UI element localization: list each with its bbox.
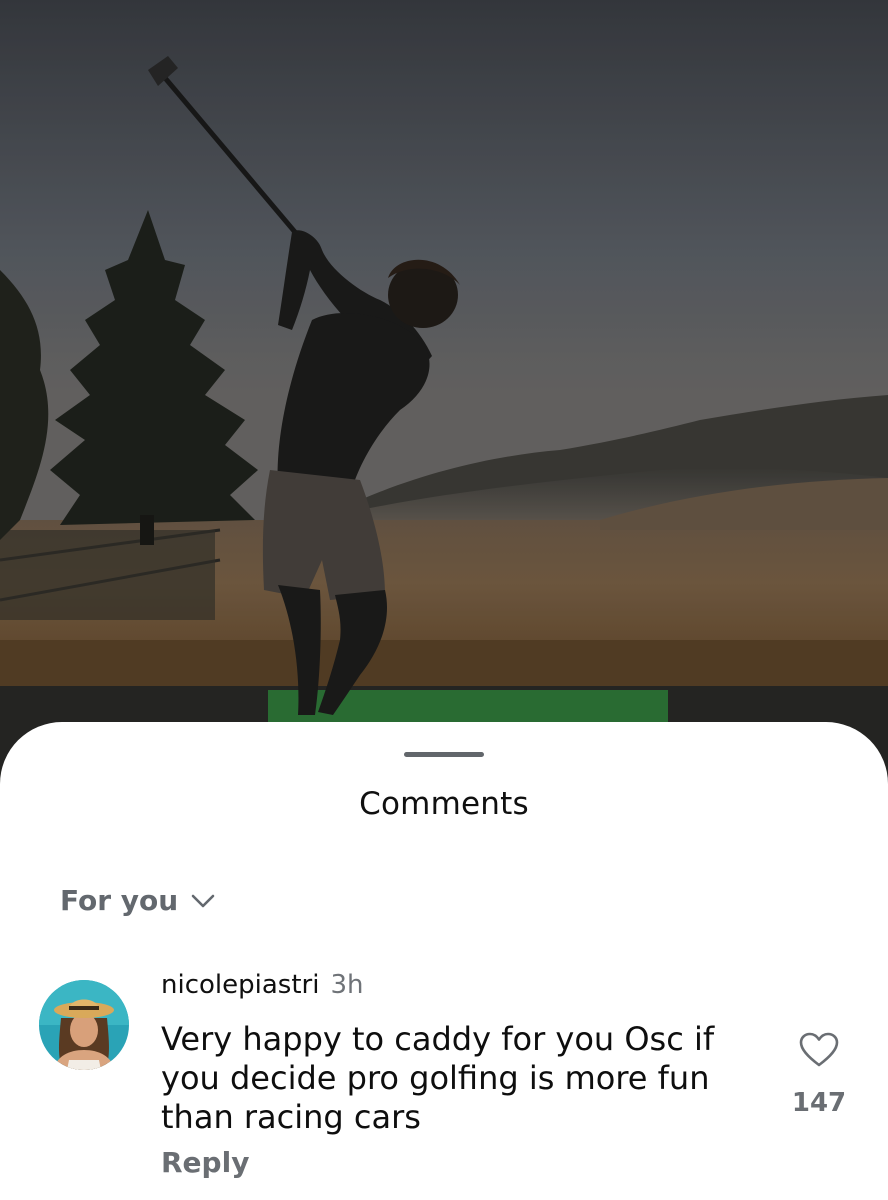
- sort-filter-dropdown[interactable]: For you: [60, 884, 216, 917]
- reply-button[interactable]: Reply: [161, 1146, 249, 1179]
- avatar-image: [39, 980, 129, 1070]
- comment-item: nicolepiastri 3h Very happy to caddy for…: [0, 968, 888, 1198]
- sheet-title: Comments: [359, 786, 529, 822]
- heart-outline-icon[interactable]: [799, 1032, 839, 1068]
- avatar[interactable]: [39, 980, 129, 1070]
- comment-text: Very happy to caddy for you Osc if you d…: [161, 1020, 715, 1136]
- comment-header: nicolepiastri 3h: [161, 970, 363, 1000]
- drag-handle[interactable]: [404, 752, 484, 757]
- like-count: 147: [791, 1088, 847, 1118]
- comments-sheet: Comments For you nicolepiastri 3h Very h…: [0, 722, 888, 1200]
- comments-screen: Comments For you nicolepiastri 3h Very h…: [0, 0, 888, 1200]
- chevron-down-icon: [191, 894, 215, 907]
- post-photo: [0, 0, 888, 790]
- comment-timestamp: 3h: [330, 970, 364, 1000]
- sort-filter-label: For you: [60, 884, 179, 917]
- like-control: 147: [784, 1032, 854, 1118]
- comment-username[interactable]: nicolepiastri: [161, 970, 319, 1000]
